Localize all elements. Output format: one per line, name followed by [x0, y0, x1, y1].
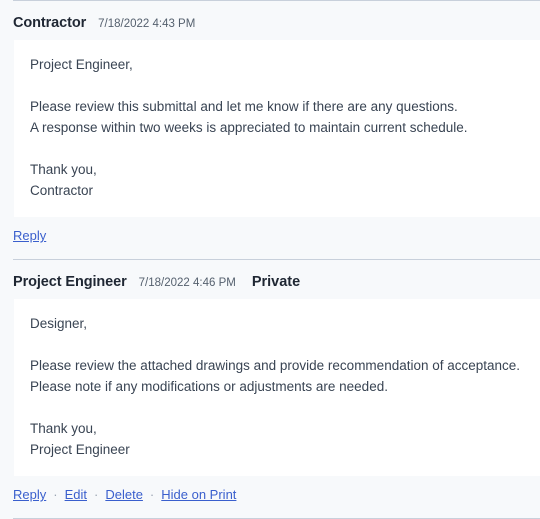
comment-header: Contractor 7/18/2022 4:43 PM [0, 1, 540, 40]
comment-body-line: Designer, [30, 316, 88, 331]
action-separator: · [149, 487, 155, 502]
comment-author: Project Engineer [13, 274, 127, 290]
comment-actions: Reply · Edit · Delete · Hide on Print [0, 476, 540, 518]
comment-body: Project Engineer, Please review this sub… [14, 40, 540, 217]
comment-timestamp: 7/18/2022 4:43 PM [98, 18, 196, 30]
action-separator: · [94, 487, 99, 502]
comment-body-line: Please note if any modifications or adju… [30, 379, 388, 394]
reply-link[interactable]: Reply [13, 228, 46, 243]
comment-body-line: A response within two weeks is appreciat… [30, 120, 468, 135]
privacy-badge: Private [251, 274, 301, 290]
comment-body-line [30, 334, 524, 355]
comment-header: Project Engineer 7/18/2022 4:46 PM Priva… [0, 260, 540, 299]
comment-actions: Reply [0, 217, 540, 259]
comment-body-line: Please review this submittal and let me … [30, 99, 458, 114]
comment-body-line: Please review the attached drawings and … [30, 358, 521, 373]
comment-thread: Contractor 7/18/2022 4:43 PM Project Eng… [0, 0, 540, 519]
comment-body-line [30, 138, 524, 159]
comment-body-line: Thank you, [30, 421, 97, 436]
comment-body-line: Thank you, [30, 162, 97, 177]
comment-body-line: Project Engineer, [30, 57, 133, 72]
comment-block-contractor: Contractor 7/18/2022 4:43 PM Project Eng… [0, 1, 540, 259]
comment-body-line: Contractor [30, 183, 94, 198]
comment-body-line: Project Engineer [30, 442, 130, 457]
comment-body-line [30, 75, 524, 96]
comment-timestamp: 7/18/2022 4:46 PM [138, 277, 236, 289]
hide-on-print-link[interactable]: Hide on Print [161, 487, 236, 502]
action-separator: · [53, 487, 58, 502]
reply-link[interactable]: Reply [13, 487, 46, 502]
delete-link[interactable]: Delete [105, 487, 143, 502]
comment-author: Contractor [13, 15, 87, 31]
comment-body: Designer, Please review the attached dra… [14, 299, 540, 476]
edit-link[interactable]: Edit [65, 487, 87, 502]
comment-block-project-engineer: Project Engineer 7/18/2022 4:46 PM Priva… [0, 260, 540, 518]
comment-body-line [30, 397, 524, 418]
